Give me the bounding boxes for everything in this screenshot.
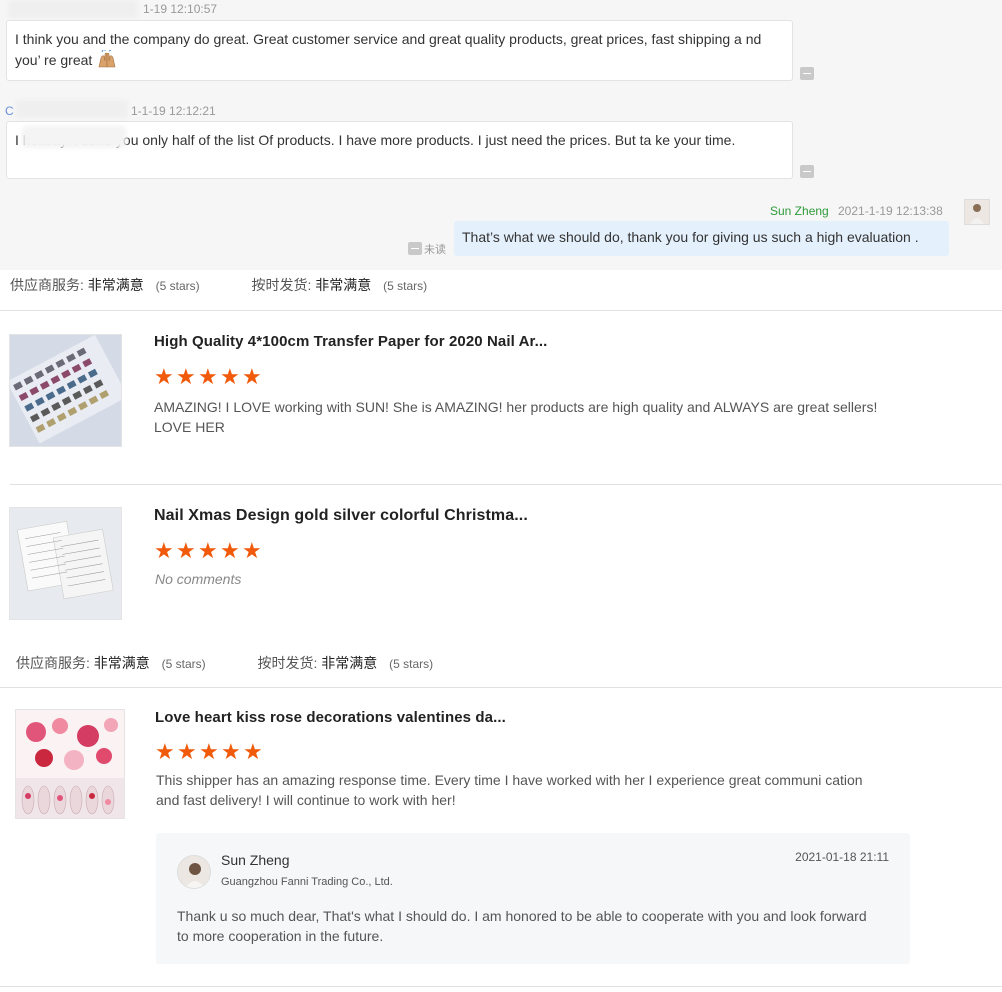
message-timestamp: 1-19 12:10:57 [143, 2, 218, 16]
blurred-username [8, 0, 138, 18]
message-timestamp: 1-1-19 12:12:21 [131, 104, 216, 118]
product-thumbnail[interactable] [9, 334, 122, 447]
service-value: 非常满意 [93, 655, 150, 671]
shipping-label: 按时发货: [251, 277, 312, 293]
seller-avatar [964, 199, 990, 225]
star-icon: ★ [199, 739, 219, 764]
star-icon: ★ [242, 364, 262, 389]
product-thumbnail[interactable] [9, 507, 122, 620]
sender-name: Sun Zheng [770, 204, 829, 218]
star-rating: ★ ★ ★ ★ ★ [154, 538, 262, 563]
reply-text: Thank u so much dear, That's what I shou… [177, 908, 867, 944]
raising-hands-emoji-icon [96, 49, 118, 68]
shipping-value: 非常满意 [315, 277, 372, 293]
rating-summary: 供应商服务: 非常满意 (5 stars) 按时发货: 非常满意 (5 star… [16, 653, 433, 673]
unread-icon [408, 242, 422, 255]
seller-reply-box: Sun Zheng Guangzhou Fanni Trading Co., L… [156, 833, 910, 964]
reply-timestamp: 2021-1-19 12:13:38 [838, 204, 943, 218]
chat-panel: 1-19 12:10:57 I think you and the compan… [0, 0, 1002, 270]
star-icon: ★ [154, 538, 174, 563]
star-icon: ★ [176, 538, 196, 563]
star-rating: ★ ★ ★ ★ ★ [155, 739, 263, 764]
shipping-value: 非常满意 [321, 655, 378, 671]
seller-name: Sun Zheng [221, 852, 290, 868]
seller-avatar [177, 855, 211, 889]
star-icon: ★ [198, 364, 218, 389]
divider [0, 687, 1002, 688]
star-rating: ★ ★ ★ ★ ★ [154, 364, 262, 389]
no-comments-text: No comments [155, 571, 242, 587]
message-text: I think you and the company do great. Gr… [15, 31, 762, 68]
star-icon: ★ [220, 364, 240, 389]
divider [0, 310, 1002, 311]
star-icon: ★ [220, 538, 240, 563]
product-thumbnail[interactable] [15, 709, 125, 819]
star-icon: ★ [177, 739, 197, 764]
service-stars: (5 stars) [155, 279, 200, 293]
star-icon: ★ [198, 538, 218, 563]
product-title-link[interactable]: High Quality 4*100cm Transfer Paper for … [154, 333, 547, 350]
message-menu-icon[interactable] [800, 67, 814, 80]
product-title-link[interactable]: Nail Xmas Design gold silver colorful Ch… [154, 507, 528, 525]
divider [10, 484, 1002, 485]
unread-status: 未读 [408, 241, 446, 257]
shipping-stars: (5 stars) [389, 657, 434, 671]
star-icon: ★ [155, 739, 175, 764]
star-icon: ★ [154, 364, 174, 389]
review-text: This shipper has an amazing response tim… [156, 772, 863, 808]
sender-initial: C [5, 104, 14, 118]
shipping-stars: (5 stars) [383, 279, 428, 293]
blurred-username [16, 100, 128, 118]
star-icon: ★ [176, 364, 196, 389]
review-text: AMAZING! I LOVE working with SUN! She is… [154, 399, 878, 435]
reply-date: 2021-01-18 21:11 [795, 850, 889, 864]
blurred-text [22, 126, 126, 148]
star-icon: ★ [243, 739, 263, 764]
customer-message-bubble: I think you and the company do great. Gr… [6, 20, 793, 81]
seller-company: Guangzhou Fanni Trading Co., Ltd. [221, 876, 393, 888]
message-menu-icon[interactable] [800, 165, 814, 178]
seller-message-bubble: That’s what we should do, thank you for … [454, 221, 949, 256]
star-icon: ★ [242, 538, 262, 563]
shipping-label: 按时发货: [257, 655, 318, 671]
service-value: 非常满意 [87, 277, 144, 293]
divider [0, 986, 1002, 987]
service-label: 供应商服务: [16, 655, 90, 671]
unread-label: 未读 [424, 244, 446, 256]
service-stars: (5 stars) [161, 657, 206, 671]
product-title-link[interactable]: Love heart kiss rose decorations valenti… [155, 709, 506, 726]
service-label: 供应商服务: [10, 277, 84, 293]
message-text: That’s what we should do, thank you for … [462, 229, 919, 245]
star-icon: ★ [221, 739, 241, 764]
rating-summary: 供应商服务: 非常满意 (5 stars) 按时发货: 非常满意 (5 star… [10, 275, 427, 295]
